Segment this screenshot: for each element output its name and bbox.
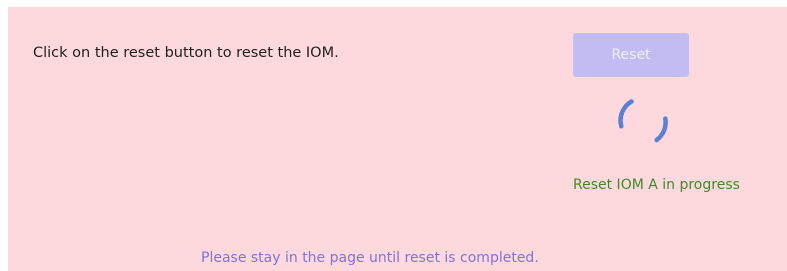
stay-on-page-notice: Please stay in the page until reset is c… [201,250,539,266]
reset-panel: Click on the reset button to reset the I… [8,7,787,271]
reset-status-text: Reset IOM A in progress [573,177,740,193]
instruction-text: Click on the reset button to reset the I… [33,45,339,61]
loading-spinner-icon [618,99,668,143]
reset-button[interactable]: Reset [573,33,689,77]
